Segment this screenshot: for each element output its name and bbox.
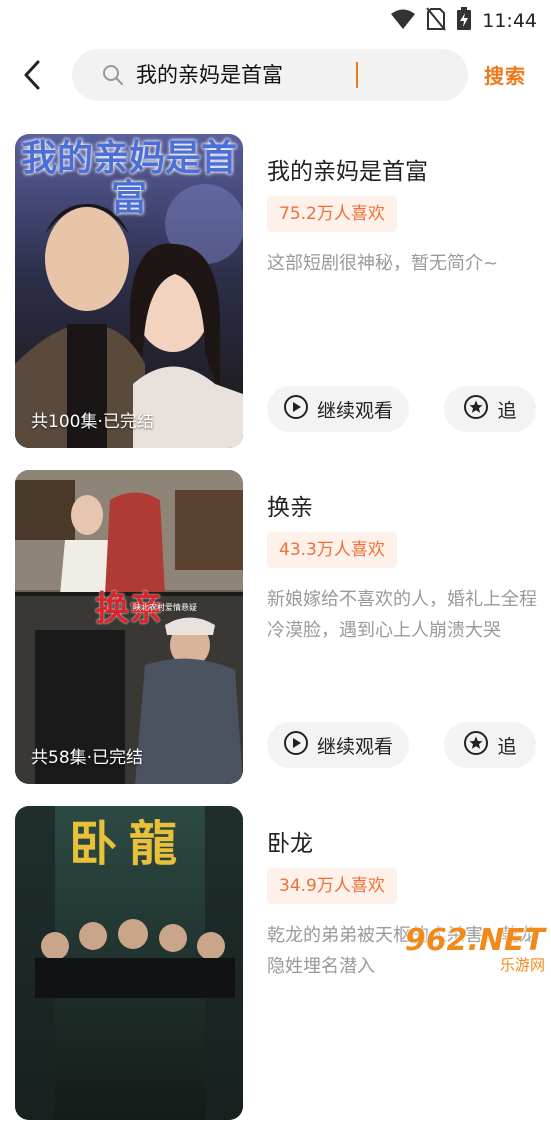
drama-description: 这部短剧很神秘，暂无简介~ (267, 253, 499, 274)
cover-title: 我的亲妈是首富 (20, 137, 237, 219)
cover-title: 卧龍 (68, 816, 189, 872)
cover-caption: 共58集·已完结 (31, 748, 144, 768)
cover-image[interactable]: 换亲 陕北农村爱情悬疑 共58集·已完结 (15, 470, 243, 784)
cover-image[interactable]: 卧龍 (15, 806, 243, 1120)
continue-watching-button[interactable]: 继续观看 (267, 386, 409, 432)
play-circle-icon (283, 730, 309, 761)
result-item[interactable]: 我的亲妈是首富 共100集·已完结 我的亲妈是首富 75.2万人喜欢 这部短剧很… (0, 134, 551, 470)
status-icons: 11:44 (390, 7, 537, 35)
cover-caption: 共100集·已完结 (31, 412, 154, 432)
follow-label: 追 (497, 735, 517, 758)
magnifier-icon (102, 64, 124, 90)
result-item[interactable]: 换亲 陕北农村爱情悬疑 共58集·已完结 换亲 43.3万人喜欢 新娘嫁给不喜欢… (0, 470, 551, 806)
search-button[interactable]: 搜索 (484, 60, 526, 89)
likes-badge: 34.9万人喜欢 (267, 868, 397, 904)
search-input[interactable] (136, 49, 436, 101)
follow-button[interactable]: 追 (444, 722, 536, 768)
cover-title: 换亲 (95, 589, 163, 629)
likes-badge: 75.2万人喜欢 (267, 196, 397, 232)
back-button[interactable] (14, 56, 50, 94)
likes-badge: 43.3万人喜欢 (267, 532, 397, 568)
drama-title[interactable]: 换亲 (267, 488, 313, 522)
drama-title[interactable]: 卧龙 (267, 824, 313, 858)
watermark-top: 962.NET (404, 923, 545, 958)
search-box[interactable] (72, 49, 468, 101)
follow-button[interactable]: 追 (444, 386, 536, 432)
continue-watching-label: 继续观看 (316, 735, 393, 758)
chevron-left-icon (24, 60, 40, 90)
continue-watching-button[interactable]: 继续观看 (267, 722, 409, 768)
text-caret (356, 62, 358, 88)
drama-description: 新娘嫁给不喜欢的人，婚礼上全程冷漠脸，遇到心上人崩溃大哭 (267, 589, 537, 641)
result-list: 我的亲妈是首富 共100集·已完结 我的亲妈是首富 75.2万人喜欢 这部短剧很… (0, 134, 551, 1142)
star-circle-icon (463, 394, 489, 425)
cover-subtitle: 陕北农村爱情悬疑 (133, 603, 197, 612)
watermark-bottom: 乐游网 (499, 956, 545, 974)
play-circle-icon (283, 394, 309, 425)
follow-label: 追 (497, 399, 517, 422)
no-sim-icon (426, 7, 447, 35)
battery-charging-icon (456, 7, 472, 35)
site-watermark: 962.NET 乐游网 (405, 925, 545, 975)
wifi-icon (390, 8, 416, 34)
status-bar: 11:44 (0, 0, 551, 38)
drama-title[interactable]: 我的亲妈是首富 (267, 152, 428, 186)
continue-watching-label: 继续观看 (316, 399, 393, 422)
star-circle-icon (463, 730, 489, 761)
cover-image[interactable]: 我的亲妈是首富 共100集·已完结 (15, 134, 243, 448)
status-time: 11:44 (482, 10, 537, 32)
